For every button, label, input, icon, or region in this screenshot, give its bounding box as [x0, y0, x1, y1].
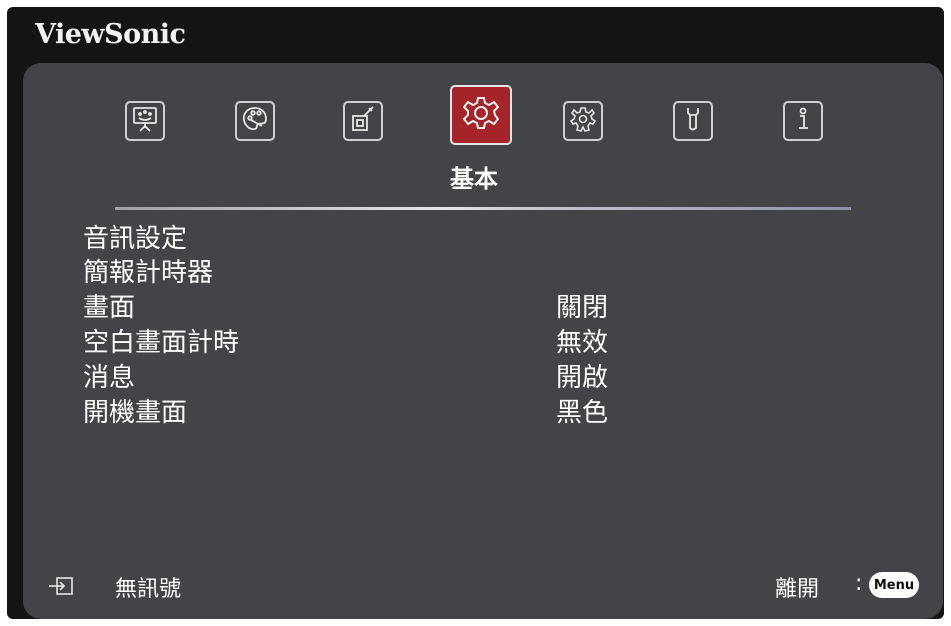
exit-separator: :	[855, 571, 863, 596]
tab-basic[interactable]	[450, 85, 512, 145]
info-icon	[788, 104, 818, 138]
palette-icon	[240, 104, 270, 138]
source-icon	[348, 104, 378, 138]
menu-panel: 基本 音訊設定 簡報計時器 畫面 關閉 空白畫面計時 無效 消息 開啟 開機畫面…	[23, 63, 943, 619]
menu-value-message[interactable]: 開啟	[556, 362, 608, 394]
wrench-icon	[678, 104, 708, 138]
menu-button[interactable]: Menu	[869, 572, 919, 598]
tab-system[interactable]	[673, 101, 713, 141]
menu-item-splash-screen[interactable]: 開機畫面	[83, 397, 187, 429]
menu-item-presentation-timer[interactable]: 簡報計時器	[83, 257, 213, 289]
signal-status: 無訊號	[115, 577, 182, 602]
advanced-settings-icon	[568, 104, 598, 138]
settings-gear-icon	[460, 92, 502, 138]
menu-item-screen[interactable]: 畫面	[83, 292, 135, 324]
menu-value-splash-screen[interactable]: 黑色	[556, 397, 608, 429]
menu-value-blank-timer[interactable]: 無效	[556, 327, 608, 359]
display-icon	[130, 104, 160, 138]
input-source-icon	[48, 575, 74, 597]
menu-item-blank-timer[interactable]: 空白畫面計時	[83, 327, 239, 359]
tab-information[interactable]	[783, 101, 823, 141]
tab-advanced[interactable]	[563, 101, 603, 141]
tab-display[interactable]	[125, 101, 165, 141]
tab-picture[interactable]	[235, 101, 275, 141]
menu-value-screen[interactable]: 關閉	[556, 292, 608, 324]
tab-title: 基本	[450, 165, 498, 193]
menu-item-message[interactable]: 消息	[83, 362, 135, 394]
title-underline	[115, 207, 851, 210]
osd-window: ViewSonic 基本 音訊設定 簡報計時器 畫面 關閉 空白畫面計時 無效 …	[7, 7, 944, 619]
brand-logo: ViewSonic	[35, 19, 186, 50]
tab-source[interactable]	[343, 101, 383, 141]
menu-item-audio-settings[interactable]: 音訊設定	[83, 223, 187, 255]
exit-label: 離開	[775, 577, 820, 602]
